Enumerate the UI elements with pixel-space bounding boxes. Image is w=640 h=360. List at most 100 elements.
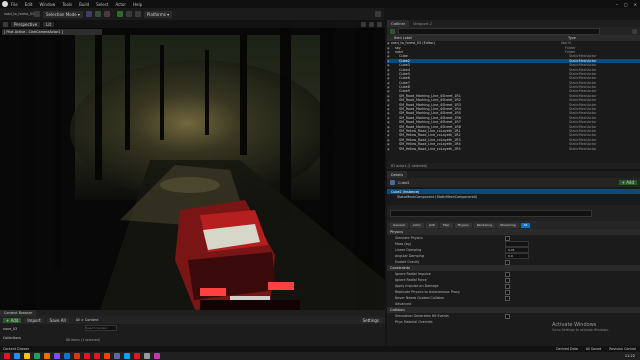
category-lod[interactable]: LOD [425,222,438,228]
taskbar-app-icon[interactable] [64,353,70,359]
taskbar-app-icon[interactable] [154,353,160,359]
visibility-eye-icon[interactable]: ◉ [387,50,391,54]
clock[interactable]: 11:22 [625,354,635,358]
details-tab[interactable]: Details [387,171,408,178]
property-checkbox[interactable] [505,235,510,241]
property-checkbox[interactable] [505,283,510,289]
taskbar-app-icon[interactable] [4,353,10,359]
settings-button[interactable]: Settings [359,317,382,323]
visibility-eye-icon[interactable]: ◉ [387,54,391,58]
visibility-eye-icon[interactable]: ◉ [387,107,391,111]
revision-control-button[interactable]: Revision Control [609,347,636,351]
visibility-eye-icon[interactable]: ◉ [387,81,391,85]
taskbar-app-icon[interactable] [114,353,120,359]
step-icon[interactable] [125,11,132,17]
details-search-input[interactable] [390,209,592,217]
property-checkbox[interactable] [505,259,510,265]
add-actor-icon[interactable] [85,11,92,17]
visibility-eye-icon[interactable]: ◉ [387,125,391,129]
taskbar-app-icon[interactable] [44,353,50,359]
visibility-eye-icon[interactable]: ◉ [387,76,391,80]
taskbar-app-icon[interactable] [34,353,40,359]
add-filter-icon[interactable] [390,28,395,34]
taskbar-app-icon[interactable] [14,353,20,359]
camera-speed-icon[interactable] [369,21,374,27]
property-checkbox[interactable] [505,271,510,277]
content-drawer-button[interactable]: Content Drawer [3,347,29,351]
visibility-eye-icon[interactable]: ◉ [387,63,391,67]
item-label-header[interactable]: Item Label [387,36,568,40]
category-physics[interactable]: Physics [454,222,472,228]
menu-item-file[interactable]: File [11,2,18,7]
visibility-eye-icon[interactable]: ◉ [387,142,391,146]
visibility-eye-icon[interactable]: ◉ [387,103,391,107]
type-header[interactable]: Type [568,36,576,40]
path-breadcrumb[interactable]: All > Content [76,318,99,322]
save-icon[interactable] [34,11,40,17]
property-checkbox[interactable] [505,289,510,295]
property-checkbox[interactable] [505,295,510,301]
category-rendering[interactable]: Rendering [473,222,496,228]
category-actor[interactable]: Actor [409,222,424,228]
taskbar-app-icon[interactable] [74,353,80,359]
add-button[interactable]: + Add [3,317,22,323]
visibility-eye-icon[interactable]: ◉ [387,147,391,151]
lit-button[interactable]: Lit [43,21,55,27]
visibility-eye-icon[interactable]: ◉ [387,85,391,89]
visibility-eye-icon[interactable]: ◉ [387,46,391,50]
taskbar-app-icon[interactable] [54,353,60,359]
menu-item-actor[interactable]: Actor [115,2,126,7]
menu-item-tools[interactable]: Tools [62,2,72,7]
save-all-button[interactable]: Save All [46,317,69,323]
level-tab[interactable]: road_to_forest_03 [4,12,34,16]
visibility-eye-icon[interactable]: ◉ [387,138,391,142]
taskbar-app-icon[interactable] [104,353,110,359]
category-all[interactable]: All [520,222,531,228]
taskbar-app-icon[interactable] [94,353,100,359]
settings-icon[interactable] [375,11,381,17]
close-icon[interactable]: ✕ [634,2,637,7]
visibility-eye-icon[interactable]: ◉ [387,98,391,102]
menu-item-select[interactable]: Select [96,2,108,7]
level-viewport[interactable] [0,20,385,310]
taskbar-app-icon[interactable] [134,353,140,359]
cinematics-icon[interactable] [103,11,110,17]
hamburger-icon[interactable] [3,21,8,27]
outliner-search-input[interactable] [398,27,600,35]
visibility-eye-icon[interactable]: ◉ [387,111,391,115]
component-child[interactable]: StaticMeshComponent (StaticMeshComponent… [387,194,640,199]
visibility-eye-icon[interactable]: ◉ [387,68,391,72]
visibility-eye-icon[interactable]: ◉ [387,72,391,76]
visibility-eye-icon[interactable]: ◉ [387,116,391,120]
visibility-eye-icon[interactable]: ◉ [387,120,391,124]
outliner-row[interactable]: ◉ SM_Yellow_Road_Line_cxLayeth_1R5 StaticM… [387,146,640,151]
pilot-banner[interactable]: [ Pilot Active - CineCameraActor1 ] [2,29,102,35]
maximize-viewport-icon[interactable] [377,21,382,27]
outliner-settings-icon[interactable] [632,28,637,34]
mode-dropdown[interactable]: Selection Mode ▾ [43,10,83,18]
all-saved-button[interactable]: All Saved [586,347,601,351]
menu-item-edit[interactable]: Edit [25,2,33,7]
grid-icon[interactable] [361,21,366,27]
visibility-eye-icon[interactable]: ◉ [387,59,391,63]
taskbar-app-icon[interactable] [84,353,90,359]
menu-item-help[interactable]: Help [133,2,142,7]
taskbar-app-icon[interactable] [144,353,150,359]
collections-item[interactable]: Collections [0,335,385,340]
play-icon[interactable] [116,11,123,17]
property-checkbox[interactable] [505,313,510,319]
maximize-icon[interactable]: □ [624,2,628,7]
unreal-logo-icon[interactable] [2,1,8,7]
visibility-eye-icon[interactable]: ◉ [387,94,391,98]
minimize-icon[interactable]: – [616,2,618,7]
visibility-eye-icon[interactable]: ◉ [387,133,391,137]
category-general[interactable]: General [390,222,408,228]
category-streaming[interactable]: Streaming [497,222,519,228]
import-button[interactable]: Import [24,317,44,323]
visibility-eye-icon[interactable]: ◉ [387,89,391,93]
taskbar-app-icon[interactable] [24,353,30,359]
search-content-input[interactable] [85,325,117,331]
perspective-button[interactable]: Perspective [11,21,41,27]
menu-item-window[interactable]: Window [39,2,55,7]
menu-item-build[interactable]: Build [79,2,89,7]
